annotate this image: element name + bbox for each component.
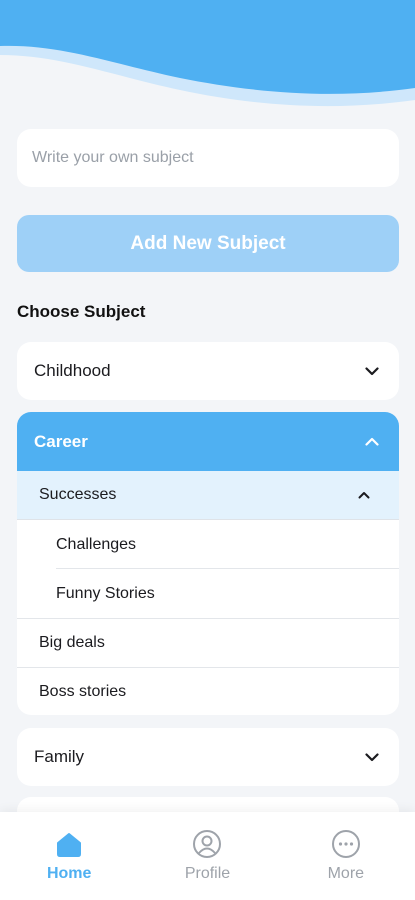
tab-label: More [327,865,365,882]
category-header[interactable]: Career [17,412,399,471]
category-header[interactable]: Family [17,728,399,786]
category-childhood[interactable]: Childhood [17,342,399,400]
tab-profile[interactable]: Profile [138,812,276,900]
chevron-up-icon[interactable] [363,433,381,451]
subject-item-funny-stories[interactable]: Funny Stories [17,569,399,618]
header-wave [0,0,415,107]
tab-label: Home [46,865,92,882]
category-header[interactable]: Childhood [17,342,399,400]
profile-icon [193,830,222,858]
category-career[interactable]: Career Successes Challenges Funny Storie… [17,412,399,715]
tab-more[interactable]: More [277,812,415,900]
category-family[interactable]: Family [17,728,399,786]
category-label: Career [34,431,88,451]
subject-item-label: Boss stories [39,683,127,700]
subject-item-boss-stories[interactable]: Boss stories [17,667,399,715]
add-new-subject-button[interactable]: Add New Subject [17,215,399,272]
subject-item-label: Challenges [56,535,137,553]
tab-home[interactable]: Home [0,812,138,900]
choose-subject-title: Choose Subject [17,302,146,321]
subject-item-label: Big deals [39,634,105,651]
tab-label: Profile [184,865,231,882]
category-label: Childhood [34,361,111,380]
chevron-down-icon[interactable] [363,748,381,766]
more-icon [331,830,360,858]
subject-item-challenges[interactable]: Challenges [17,520,399,569]
subcategory-successes[interactable]: Successes [17,471,399,520]
subcategory-label: Successes [39,486,117,503]
subject-item-label: Funny Stories [56,584,155,602]
chevron-up-icon[interactable] [355,486,373,504]
category-label: Family [34,747,85,766]
subject-input[interactable] [17,129,399,187]
chevron-down-icon[interactable] [363,362,381,380]
bottom-tab-bar: Home Profile More [0,812,415,900]
home-icon [57,833,82,857]
subject-item-big-deals[interactable]: Big deals [17,618,399,667]
